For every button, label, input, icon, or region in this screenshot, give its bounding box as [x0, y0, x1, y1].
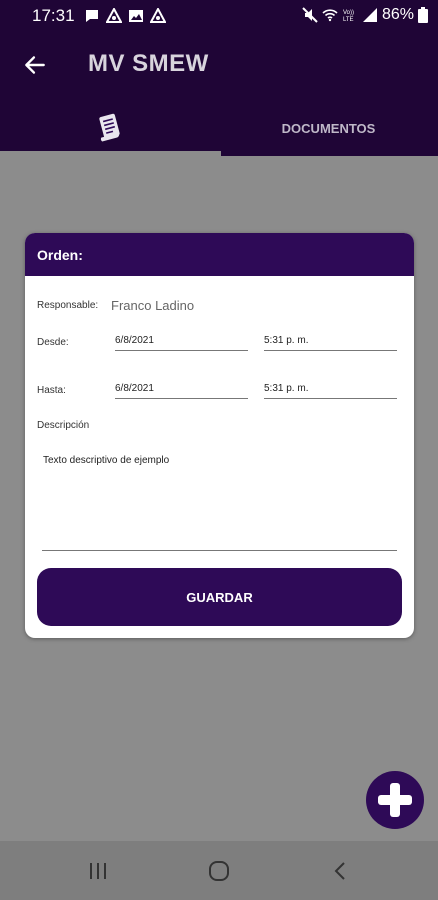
- order-card: Orden: Responsable: Franco Ladino Desde:…: [25, 233, 414, 638]
- data-saver-icon: [106, 8, 122, 23]
- app-bar: MV SMEW: [0, 32, 438, 100]
- data-saver-icon: [150, 8, 166, 23]
- chat-icon: [86, 10, 98, 22]
- document-list-icon: [98, 113, 120, 142]
- volte-icon: Vo))LTE: [343, 10, 354, 23]
- desde-date-field[interactable]: 6/8/2021: [115, 335, 248, 351]
- save-button[interactable]: GUARDAR: [37, 568, 402, 626]
- page-title: MV SMEW: [88, 50, 209, 77]
- home-icon[interactable]: [204, 859, 234, 883]
- hasta-label: Hasta:: [37, 385, 66, 396]
- desde-time-field[interactable]: 5:31 p. m.: [264, 335, 397, 351]
- system-nav-bar: [0, 841, 438, 900]
- mute-icon: [302, 7, 318, 23]
- descripcion-textarea[interactable]: Texto descriptivo de ejemplo: [42, 453, 397, 551]
- descripcion-text: Texto descriptivo de ejemplo: [43, 455, 170, 466]
- battery-percent: 86%: [381, 6, 414, 23]
- battery-icon: [418, 7, 428, 23]
- tab-documentos[interactable]: DOCUMENTOS: [219, 100, 438, 156]
- arrow-back-icon[interactable]: [22, 52, 48, 78]
- responsable-value: Franco Ladino: [111, 298, 195, 313]
- hasta-time-field[interactable]: 5:31 p. m.: [264, 383, 397, 399]
- descripcion-label: Descripción: [37, 420, 90, 431]
- card-title: Orden:: [25, 233, 414, 276]
- status-time: 17:31: [32, 6, 75, 25]
- wifi-icon: [322, 9, 338, 22]
- recent-apps-icon[interactable]: [83, 859, 113, 883]
- image-icon: [129, 10, 143, 22]
- desde-label: Desde:: [37, 337, 69, 348]
- tab-indicator: [0, 151, 221, 156]
- tab-orden[interactable]: [0, 100, 219, 156]
- svg-text:LTE: LTE: [343, 17, 354, 23]
- responsable-label: Responsable:: [37, 300, 99, 311]
- svg-text:Vo)): Vo)): [343, 10, 354, 16]
- status-bar: 17:31 Vo)) LTE 86%: [0, 0, 438, 32]
- back-nav-icon[interactable]: [326, 859, 356, 883]
- hasta-date-field[interactable]: 6/8/2021: [115, 383, 248, 399]
- signal-icon: [362, 8, 377, 22]
- tab-bar: DOCUMENTOS: [0, 100, 438, 156]
- add-button[interactable]: [366, 771, 424, 829]
